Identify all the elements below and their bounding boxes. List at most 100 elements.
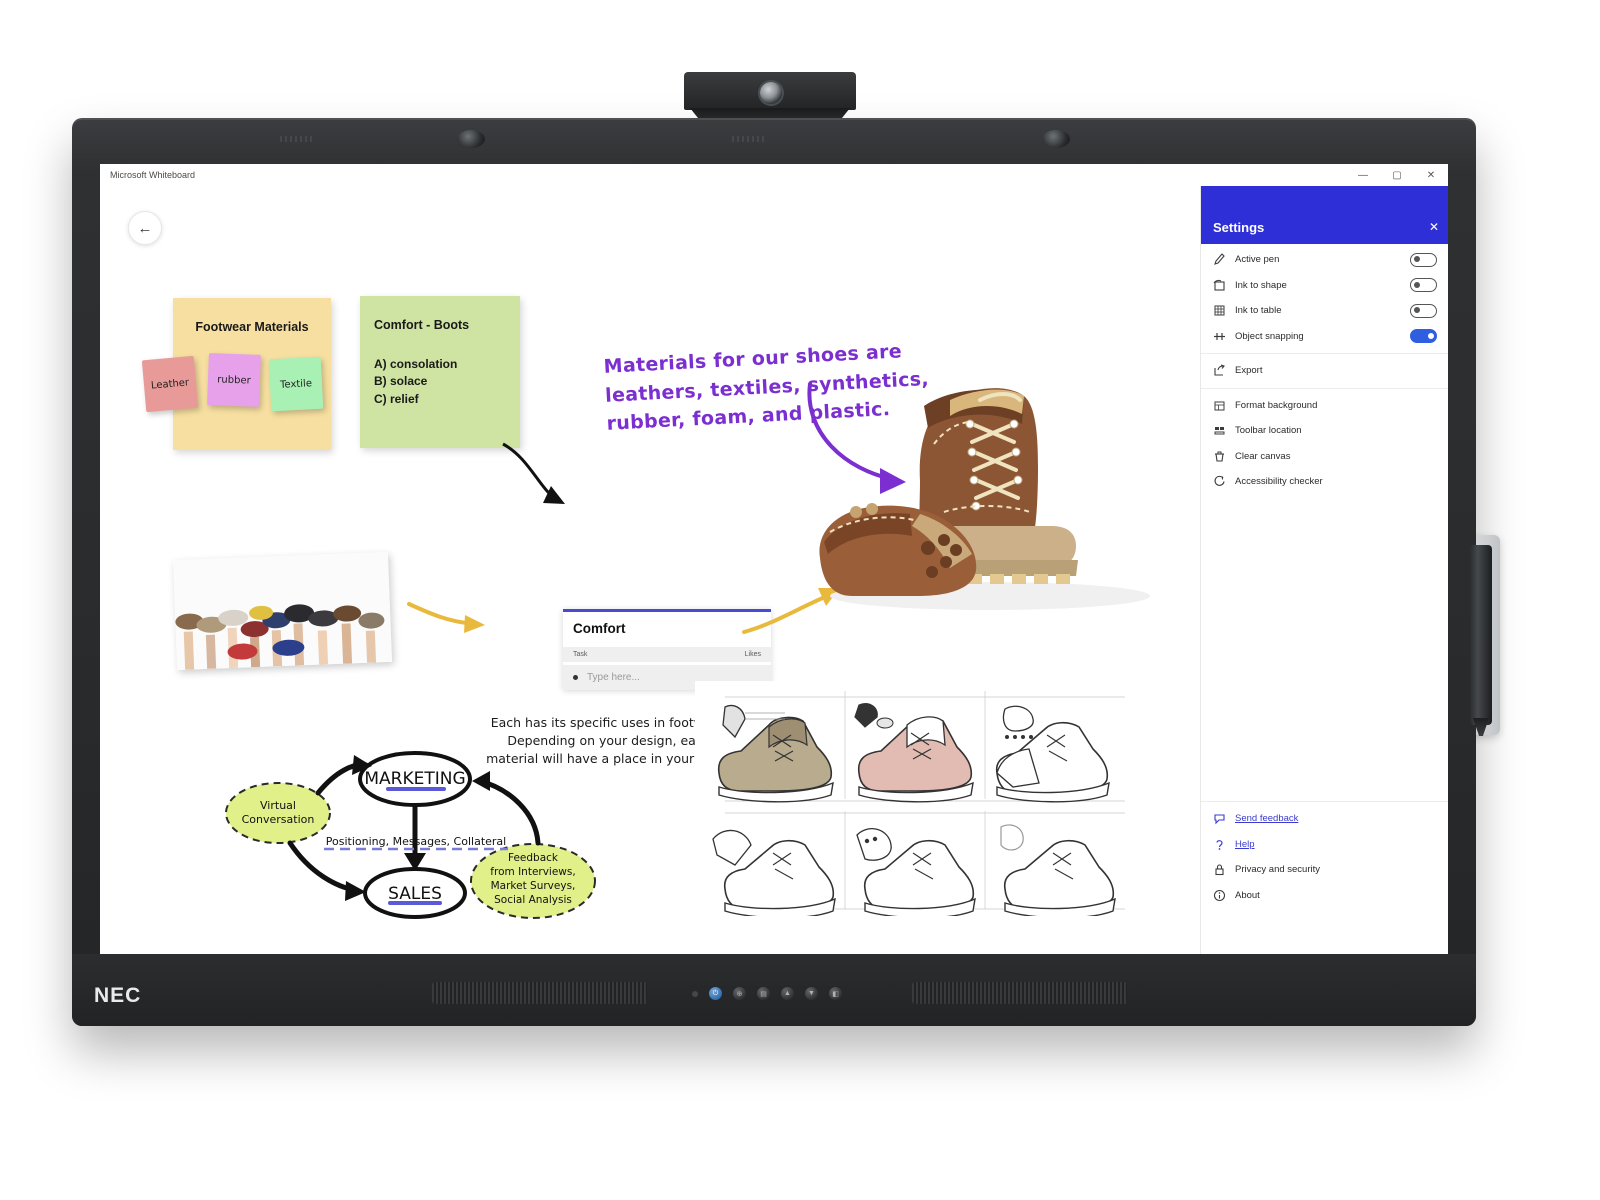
input-button[interactable]: ⊕: [733, 987, 746, 1000]
pen-icon: [1213, 253, 1226, 266]
window-title: Microsoft Whiteboard: [110, 170, 196, 180]
sticky-note-textile[interactable]: Textile: [268, 356, 324, 412]
column-header-likes: Likes: [744, 651, 761, 658]
board-title: Footwear Materials: [195, 320, 309, 334]
maximize-button[interactable]: ▢: [1380, 164, 1414, 186]
active-pen-toggle[interactable]: [1410, 252, 1437, 267]
photo-hands-holding-shoes[interactable]: [172, 551, 393, 671]
object-snapping-toggle[interactable]: [1410, 329, 1437, 344]
menu-button[interactable]: ▤: [757, 987, 770, 1000]
camera-lens-icon: [760, 82, 782, 104]
window-controls: — ▢ ✕: [1346, 164, 1448, 186]
settings-item-label: Toolbar location: [1235, 425, 1302, 437]
settings-item-clear-canvas[interactable]: Clear canvas: [1201, 444, 1448, 470]
settings-item-toolbar-location[interactable]: Toolbar location: [1201, 418, 1448, 444]
sticky-note-label: Textile: [279, 377, 313, 391]
sketch-grid-illustration: [695, 681, 1135, 919]
sensor-camera-left-icon: [457, 130, 485, 148]
photo-brown-leather-boots[interactable]: [800, 296, 1160, 616]
settings-item-label[interactable]: Help: [1235, 839, 1437, 850]
sticky-note-label: rubber: [217, 373, 251, 387]
settings-item-ink-to-shape[interactable]: Ink to shape: [1201, 273, 1448, 299]
speaker-grille-right: [912, 982, 1127, 1004]
ink-to-table-toggle[interactable]: [1410, 303, 1437, 318]
settings-item-label: Ink to shape: [1235, 279, 1287, 291]
settings-close-button[interactable]: ✕: [1429, 220, 1439, 234]
marketing-sales-diagram[interactable]: MARKETING SALES Virtual Conversation Pos…: [218, 731, 618, 931]
settings-item-about[interactable]: About: [1201, 883, 1448, 909]
sticky-note-rubber[interactable]: rubber: [207, 353, 261, 407]
svg-text:Virtual: Virtual: [260, 799, 296, 812]
settings-item-label: Clear canvas: [1235, 450, 1291, 462]
sticky-note-leather[interactable]: Leather: [141, 355, 199, 413]
speaker-grille-left: [432, 982, 647, 1004]
svg-text:Social Analysis: Social Analysis: [494, 894, 572, 906]
diagram-illustration: MARKETING SALES Virtual Conversation Pos…: [225, 751, 596, 919]
shoe-design-sketch-grid[interactable]: [695, 681, 1135, 919]
display-top-bezel: [72, 118, 1476, 164]
settings-item-label[interactable]: Send feedback: [1235, 813, 1437, 824]
stylus-pen[interactable]: [1470, 545, 1492, 725]
screenshot-root: Microsoft Whiteboard — ▢ ✕ ← Footwear Ma…: [0, 0, 1600, 1200]
svg-text:MARKETING: MARKETING: [364, 769, 465, 789]
column-header-task: Task: [573, 651, 588, 658]
settings-footer: Send feedback Help Privacy and security: [1201, 797, 1448, 954]
settings-item-privacy-and-security[interactable]: Privacy and security: [1201, 857, 1448, 883]
yellow-arrow-left-icon: [407, 602, 485, 633]
background-icon: [1213, 399, 1226, 412]
settings-item-ink-to-table[interactable]: Ink to table: [1201, 298, 1448, 324]
svg-text:Conversation: Conversation: [242, 813, 315, 826]
svg-text:SALES: SALES: [388, 884, 442, 904]
settings-item-label: Format background: [1235, 399, 1318, 411]
settings-item-accessibility-checker[interactable]: Accessibility checker: [1201, 469, 1448, 495]
svg-text:from Interviews,: from Interviews,: [490, 866, 575, 878]
list-item: B) solace: [374, 374, 428, 389]
up-button[interactable]: ▲: [781, 987, 794, 1000]
back-button[interactable]: ←: [128, 211, 162, 245]
close-button[interactable]: ✕: [1414, 164, 1448, 186]
webcam-module: [684, 72, 856, 120]
settings-item-export[interactable]: Export: [1201, 358, 1448, 384]
settings-item-label: About: [1235, 889, 1260, 901]
brand-logo: NEC: [94, 984, 142, 1007]
hands-shoes-illustration: [172, 551, 393, 671]
settings-item-format-background[interactable]: Format background: [1201, 393, 1448, 419]
widget-column-headers: Task Likes: [563, 647, 771, 662]
down-button[interactable]: ▼: [805, 987, 818, 1000]
export-icon: [1213, 364, 1226, 377]
board-title: Comfort - Boots: [374, 318, 470, 332]
whiteboard-canvas[interactable]: ← Footwear Materials Leather rubber Text…: [100, 186, 1200, 954]
microphone-grille: [732, 136, 766, 142]
comfort-boots-board[interactable]: Comfort - Boots A) consolation B) solace…: [360, 296, 520, 448]
toolbar-icon: [1213, 424, 1226, 437]
feedback-icon: [1213, 812, 1226, 825]
arrow-green-to-widget-icon: [502, 442, 565, 504]
settings-item-label: Accessibility checker: [1235, 476, 1323, 488]
board-list: A) consolation B) solace C) relief: [374, 356, 457, 408]
snap-icon: [1213, 330, 1226, 343]
display-bottom-bezel: NEC ⏻ ⊕ ▤ ▲ ▼ ◧: [72, 954, 1476, 1026]
settings-panel: Settings ✕ Active pen Ink to shape Ink t…: [1200, 186, 1448, 954]
display-screen: Microsoft Whiteboard — ▢ ✕ ← Footwear Ma…: [100, 164, 1448, 954]
settings-item-help[interactable]: Help: [1201, 832, 1448, 858]
hardware-button-row: ⏻ ⊕ ▤ ▲ ▼ ◧: [692, 987, 842, 1000]
divider: [1201, 801, 1448, 802]
settings-item-active-pen[interactable]: Active pen: [1201, 247, 1448, 273]
mute-button[interactable]: ◧: [829, 987, 842, 1000]
settings-item-send-feedback[interactable]: Send feedback: [1201, 806, 1448, 832]
power-button[interactable]: ⏻: [709, 987, 722, 1000]
svg-text:Positioning, Messages, Collate: Positioning, Messages, Collateral: [326, 835, 506, 848]
microphone-grille: [280, 136, 314, 142]
divider: [1201, 353, 1448, 354]
settings-item-object-snapping[interactable]: Object snapping: [1201, 324, 1448, 350]
settings-title: Settings: [1213, 220, 1265, 235]
ink-to-shape-toggle[interactable]: [1410, 278, 1437, 293]
trash-icon: [1213, 450, 1226, 463]
window-titlebar: Microsoft Whiteboard — ▢ ✕: [100, 164, 1448, 187]
settings-list: Active pen Ink to shape Ink to table Obj…: [1201, 244, 1448, 797]
boots-illustration: [819, 388, 1150, 610]
ink-to-shape-icon: [1213, 279, 1226, 292]
nec-display: Microsoft Whiteboard — ▢ ✕ ← Footwear Ma…: [72, 118, 1476, 1026]
svg-text:Market Surveys,: Market Surveys,: [491, 880, 576, 892]
minimize-button[interactable]: —: [1346, 164, 1380, 186]
